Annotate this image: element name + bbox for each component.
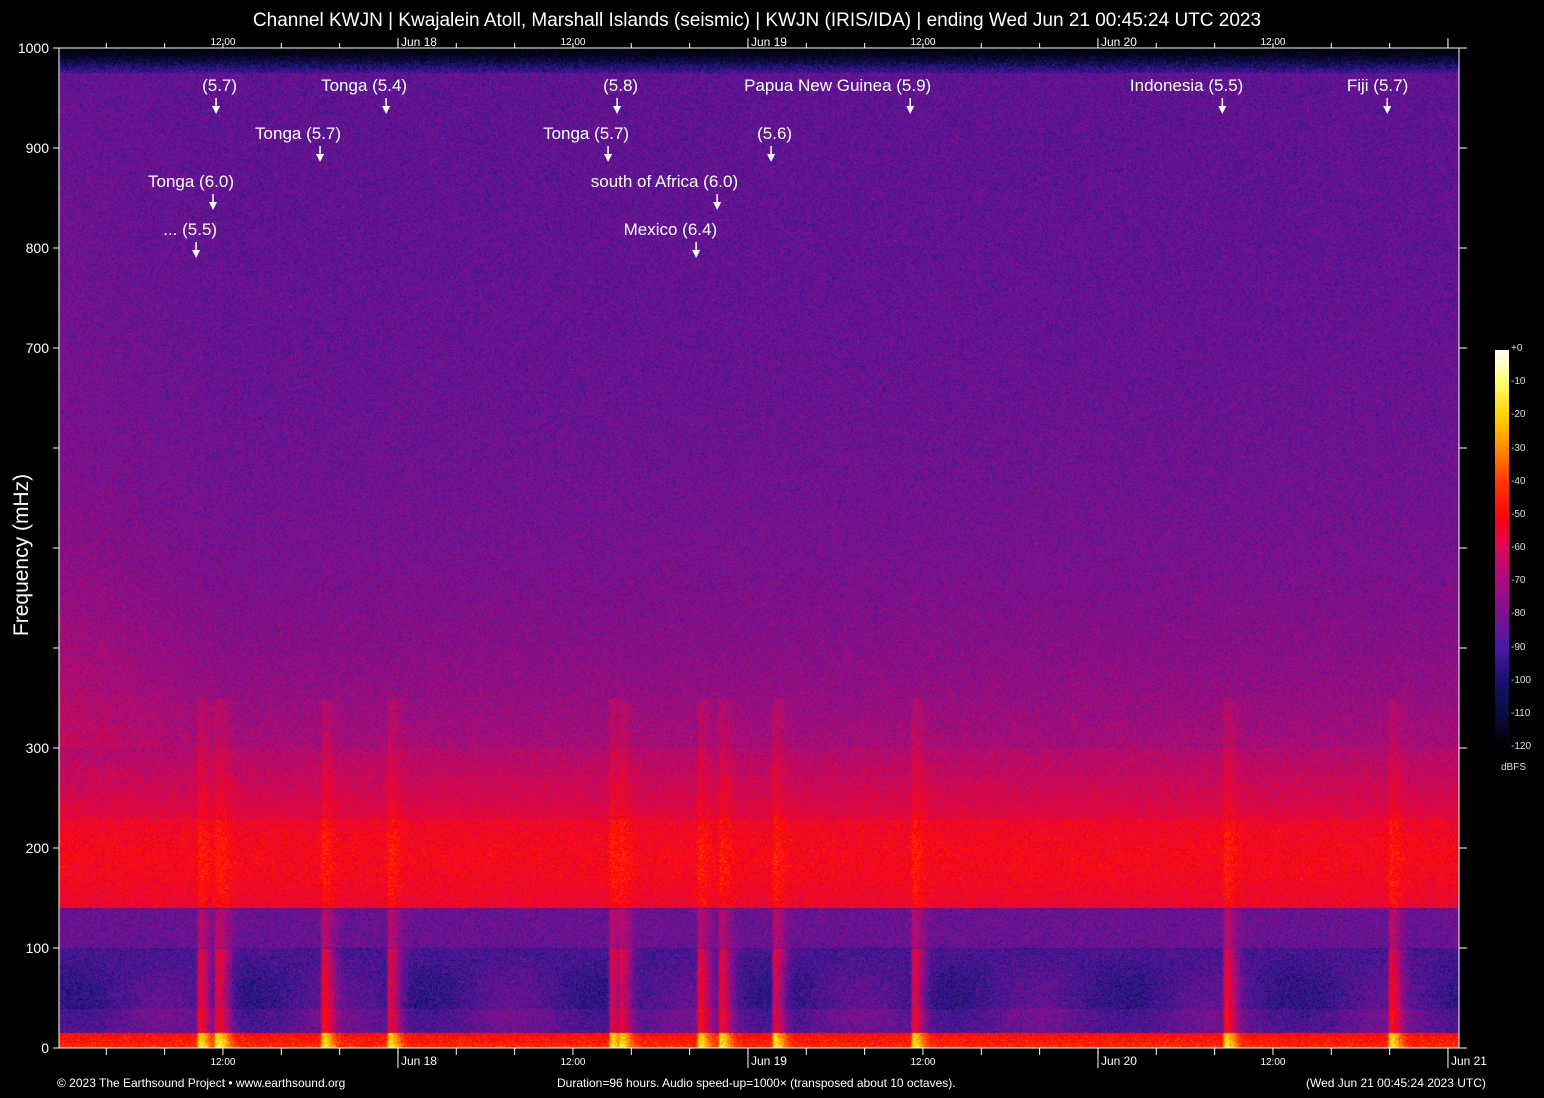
colorbar-label: dBFS: [1501, 762, 1526, 773]
event-arrow-icon: [192, 250, 200, 258]
colorbar-tick-label: +0: [1511, 343, 1522, 354]
x-noon-label: 12:00: [210, 1057, 235, 1068]
x-noon-label: 12:00: [1260, 1057, 1285, 1068]
y-axis-label: Frequency (mHz): [10, 474, 34, 636]
colorbar-tick-label: -10: [1511, 376, 1525, 387]
x-day-label-top: Jun 19: [751, 35, 787, 49]
colorbar-tick-label: -20: [1511, 409, 1525, 420]
event-arrow-icon: [604, 154, 612, 162]
event-label: Tonga (5.7): [255, 124, 341, 144]
colorbar-tick-label: -110: [1511, 708, 1530, 719]
colorbar-tick-label: -100: [1511, 675, 1531, 686]
event-label: south of Africa (6.0): [591, 172, 738, 192]
event-arrow-icon: [767, 154, 775, 162]
event-label: Mexico (6.4): [624, 220, 718, 240]
colorbar-tick-label: -90: [1511, 642, 1525, 653]
event-label: (5.8): [603, 76, 638, 96]
event-arrow-icon: [209, 202, 217, 210]
colorbar: [1495, 350, 1509, 748]
event-arrow-icon: [713, 202, 721, 210]
x-noon-label: 12:00: [560, 1057, 585, 1068]
event-label: (5.6): [757, 124, 792, 144]
event-arrow-icon: [692, 250, 700, 258]
y-tick-label: 700: [26, 340, 50, 356]
x-day-label: Jun 20: [1101, 1054, 1137, 1068]
event-label: Tonga (5.4): [321, 76, 407, 96]
colorbar-tick-label: -30: [1511, 443, 1525, 454]
colorbar-tick-label: -40: [1511, 476, 1525, 487]
x-day-label: Jun 18: [401, 1054, 437, 1068]
y-tick-label: 300: [26, 740, 50, 756]
colorbar-tick-label: -70: [1511, 575, 1525, 586]
x-noon-label-top: 12:00: [560, 37, 585, 48]
copyright: © 2023 The Earthsound Project • www.eart…: [57, 1076, 345, 1090]
end-timestamp: (Wed Jun 21 00:45:24 2023 UTC): [1306, 1076, 1486, 1090]
x-noon-label: 12:00: [910, 1057, 935, 1068]
event-label: Tonga (5.7): [543, 124, 629, 144]
event-label: Papua New Guinea (5.9): [744, 76, 931, 96]
event-arrow-icon: [906, 106, 914, 114]
event-label: Indonesia (5.5): [1130, 76, 1243, 96]
y-tick-label: 800: [26, 240, 50, 256]
x-day-label-top: Jun 20: [1101, 35, 1137, 49]
y-tick-label: 200: [26, 840, 50, 856]
axes: 0 100 200 300 700 800 900 1000 Jun 18 Jun 18 Jun 1…: [0, 0, 1544, 1098]
event-arrow-icon: [613, 106, 621, 114]
event-arrow-icon: [1218, 106, 1226, 114]
colorbar-tick-label: -120: [1511, 741, 1531, 752]
duration-info: Duration=96 hours. Audio speed-up=1000× …: [557, 1076, 956, 1090]
plot-frame: [59, 48, 1459, 1048]
y-tick-label: 0: [41, 1040, 49, 1056]
x-noon-label-top: 12:00: [210, 37, 235, 48]
x-day-label: Jun 21: [1451, 1054, 1487, 1068]
y-tick-label: 900: [26, 140, 50, 156]
x-noon-label-top: 12:00: [910, 37, 935, 48]
x-day-label-top: Jun 18: [401, 35, 437, 49]
colorbar-tick-label: -60: [1511, 542, 1525, 553]
x-noon-label-top: 12:00: [1260, 37, 1285, 48]
event-arrow-icon: [316, 154, 324, 162]
colorbar-tick-label: -50: [1511, 509, 1525, 520]
x-day-label: Jun 19: [751, 1054, 787, 1068]
event-arrow-icon: [1383, 106, 1391, 114]
colorbar-tick-label: -80: [1511, 608, 1525, 619]
event-label: (5.7): [202, 76, 237, 96]
event-label: Fiji (5.7): [1347, 76, 1408, 96]
event-label: ... (5.5): [163, 220, 217, 240]
event-label: Tonga (6.0): [148, 172, 234, 192]
y-tick-label: 100: [26, 940, 50, 956]
event-arrow-icon: [382, 106, 390, 114]
event-arrow-icon: [212, 106, 220, 114]
y-tick-label: 1000: [18, 40, 49, 56]
